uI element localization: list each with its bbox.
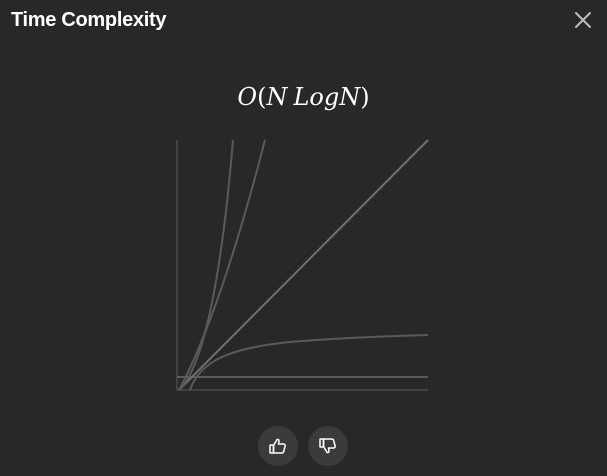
formula-term-n: N (266, 83, 288, 111)
curve-quadratic (178, 139, 234, 391)
thumbs-up-button[interactable] (258, 426, 298, 466)
formula-term-logn: LogN (293, 83, 361, 111)
feedback-bar (0, 426, 607, 466)
complexity-graph-svg (176, 139, 429, 391)
dialog-title: Time Complexity (11, 9, 167, 31)
complexity-formula: O(N LogN) (0, 80, 607, 114)
close-button[interactable] (569, 6, 597, 34)
thumbs-up-icon (269, 438, 286, 454)
thumbs-down-icon (319, 438, 336, 454)
curve-linear (178, 139, 429, 391)
thumbs-down-button[interactable] (308, 426, 348, 466)
formula-close-paren: ) (360, 83, 370, 111)
curve-nlogn (178, 139, 266, 391)
formula-notation: O (237, 83, 258, 111)
complexity-graph (170, 136, 434, 396)
time-complexity-dialog: Time Complexity O(N LogN) (0, 0, 607, 476)
close-icon (575, 12, 591, 28)
